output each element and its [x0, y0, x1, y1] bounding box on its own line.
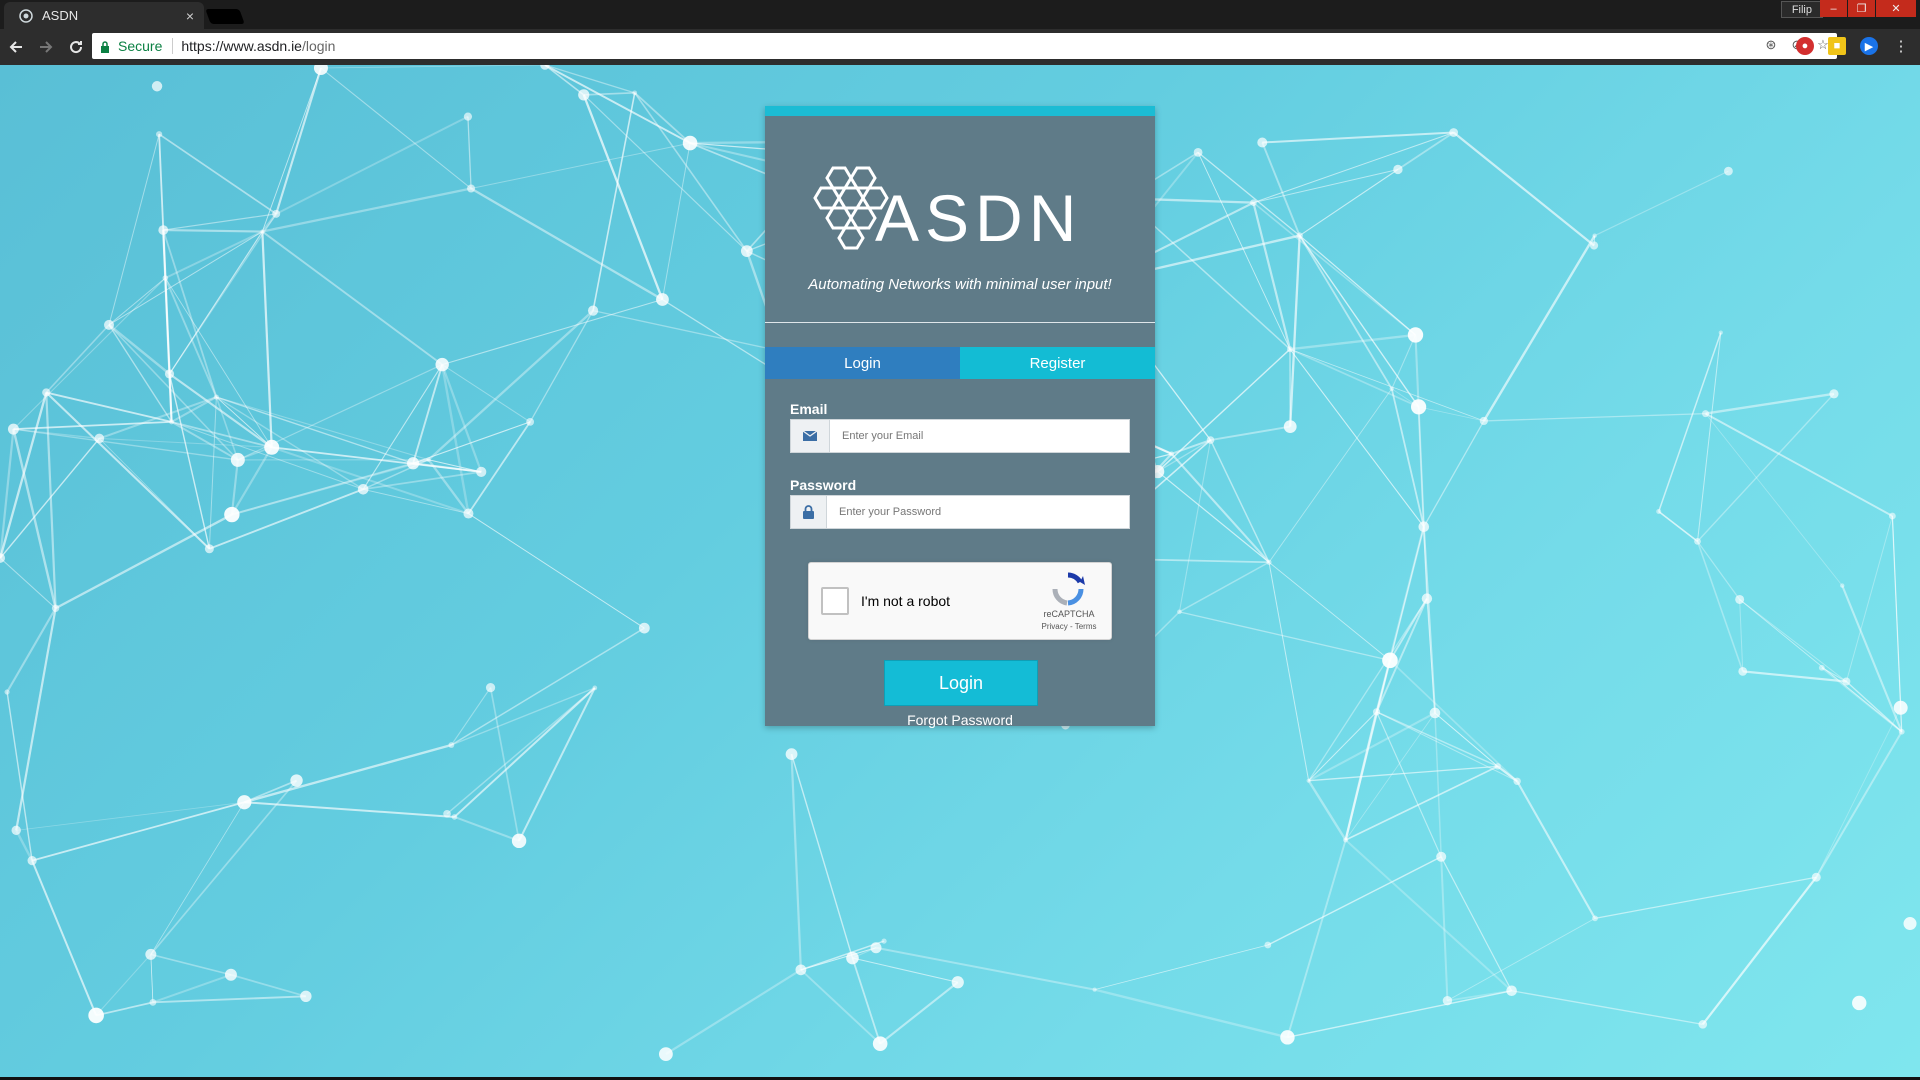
recaptcha-widget: I'm not a robot reCAPTCHA Privacy - Term… — [808, 562, 1112, 640]
header-divider — [765, 322, 1155, 323]
email-input[interactable] — [830, 420, 1129, 452]
logo-wordmark: ASDN — [875, 181, 1083, 255]
tab-title: ASDN — [42, 8, 79, 23]
browser-toolbar: Secure https://www.asdn.ie/login ⊛ ⊘ ☆ ●… — [0, 29, 1920, 65]
asdn-logo: ASDN — [803, 160, 1123, 255]
forward-button[interactable] — [32, 33, 60, 61]
tab-register[interactable]: Register — [960, 347, 1155, 379]
lock-icon — [100, 40, 110, 53]
password-label: Password — [790, 477, 857, 493]
adblock-extension-icon[interactable]: ● — [1796, 37, 1814, 55]
browser-tab[interactable]: ASDN × — [4, 2, 204, 29]
secure-label: Secure — [118, 38, 163, 54]
reload-button[interactable] — [62, 33, 90, 61]
back-arrow-icon — [9, 41, 22, 53]
login-card: ASDN Automating Networks with minimal us… — [765, 106, 1155, 728]
translate-icon[interactable]: ⊛ — [1763, 37, 1779, 53]
window-controls: – ❐ ✕ — [1819, 0, 1916, 17]
url-host: https://www.asdn.ie — [181, 38, 302, 54]
maximize-button[interactable]: ❐ — [1848, 0, 1875, 17]
recaptcha-logo-icon — [1052, 572, 1085, 606]
page-viewport: ASDN Automating Networks with minimal us… — [0, 65, 1920, 1077]
recaptcha-checkbox[interactable] — [821, 587, 849, 615]
minimize-button[interactable]: – — [1820, 0, 1847, 17]
asdn-favicon-icon — [18, 8, 34, 24]
reload-icon — [70, 41, 83, 54]
address-bar[interactable]: Secure https://www.asdn.ie/login ⊛ ⊘ ☆ — [92, 33, 1837, 59]
tagline: Automating Networks with minimal user in… — [808, 276, 1112, 293]
omnibox-separator — [172, 38, 174, 54]
extension-icons: ● ■ ▶ ⋮ — [1796, 37, 1910, 55]
play-extension-icon[interactable]: ▶ — [1860, 37, 1878, 55]
close-window-button[interactable]: ✕ — [1876, 0, 1916, 17]
envelope-icon — [791, 420, 830, 452]
email-label: Email — [790, 401, 828, 417]
lock-icon — [791, 496, 827, 528]
url-path: /login — [301, 38, 336, 54]
menu-kebab-icon[interactable]: ⋮ — [1892, 37, 1910, 55]
new-tab-button[interactable] — [205, 9, 245, 24]
password-input-group — [790, 495, 1130, 529]
profile-button[interactable]: Filip — [1780, 1, 1823, 18]
browser-tabstrip: ASDN × Filip – ❐ ✕ — [0, 0, 1920, 29]
password-input[interactable] — [827, 496, 1129, 528]
recaptcha-brand: reCAPTCHA — [1043, 609, 1095, 619]
recaptcha-privacy-terms-link[interactable]: Privacy - Terms — [1029, 622, 1109, 631]
notes-extension-icon[interactable]: ■ — [1828, 37, 1846, 55]
forgot-password-link[interactable]: Forgot Password — [765, 712, 1155, 728]
auth-tabs: Login Register — [765, 347, 1155, 379]
recaptcha-label: I'm not a robot — [861, 593, 951, 609]
back-button[interactable] — [2, 33, 30, 61]
tab-close-icon[interactable]: × — [186, 8, 194, 24]
tab-login[interactable]: Login — [765, 347, 960, 379]
email-input-group — [790, 419, 1130, 453]
login-button[interactable]: Login — [884, 660, 1038, 706]
forward-arrow-icon — [40, 41, 53, 53]
